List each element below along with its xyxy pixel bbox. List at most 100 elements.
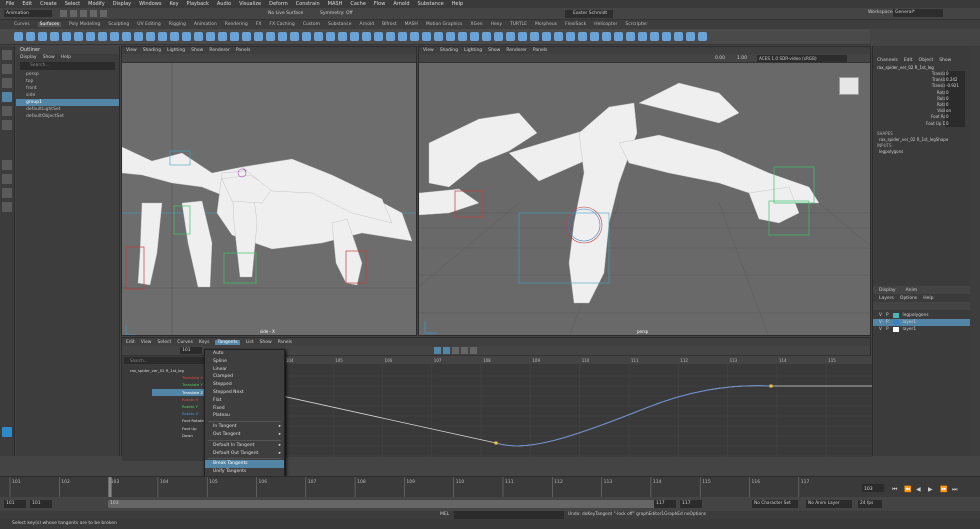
shelf-tool-icon[interactable] [74, 32, 83, 41]
shelf-tool-icon[interactable] [50, 32, 59, 41]
shelf-tab-turtle[interactable]: TURTLE [510, 22, 527, 27]
shelf-tool-icon[interactable] [26, 32, 35, 41]
shelf-tool-icon[interactable] [302, 32, 311, 41]
tangent-menu-clamped[interactable]: Clamped [205, 373, 284, 381]
layer-visibility-toggle[interactable]: V [879, 327, 882, 332]
search-icon[interactable] [2, 202, 12, 212]
shelf-tab-helicopter[interactable]: Helicopter [594, 22, 617, 27]
menu-constrain[interactable]: Constrain [296, 1, 320, 7]
graph-channel[interactable]: Foot Up Down [152, 425, 206, 438]
layer-menu-help[interactable]: Help [923, 296, 933, 301]
shelf-tab-fx-caching[interactable]: FX Caching [269, 22, 294, 27]
graph-channel[interactable]: Rotate Y [152, 403, 206, 410]
colorspace-dropdown[interactable]: ACES 1.0 SDR-video (sRGB) [757, 55, 847, 62]
outliner-item[interactable]: side [16, 92, 119, 99]
outliner-item[interactable]: top [16, 78, 119, 85]
graph-channel[interactable]: Translate Z [152, 388, 206, 396]
menu-mash[interactable]: MASH [328, 1, 343, 7]
menu-edit[interactable]: Edit [22, 1, 32, 7]
shelf-tool-icon[interactable] [110, 32, 119, 41]
shelf-tool-icon[interactable] [434, 32, 443, 41]
tangent-menu-auto[interactable]: Auto [205, 350, 284, 358]
playback-control-icon[interactable]: ⏩ [940, 485, 948, 493]
layer-row[interactable]: V Player1 [873, 319, 970, 326]
character-set-dropdown[interactable]: No Character Set [752, 500, 798, 508]
rotate-tool-icon[interactable] [2, 106, 12, 116]
shelf-tool-icon[interactable] [578, 32, 587, 41]
graph-channel[interactable]: Rotate X [152, 396, 206, 403]
layer-playback-toggle[interactable]: P [886, 320, 889, 325]
shelf-tab-fx[interactable]: FX [256, 22, 262, 27]
graph-menu-select[interactable]: Select [157, 340, 171, 345]
layer-row[interactable]: V Plegpolygons [873, 312, 970, 319]
shelf-tool-icon[interactable] [626, 32, 635, 41]
outliner-menu-display[interactable]: Display [20, 55, 37, 60]
shelf-tab-morpheus[interactable]: Morpheus [535, 22, 557, 27]
menu-help[interactable]: Help [452, 1, 463, 7]
graph-menu-list[interactable]: List [246, 340, 254, 345]
input-node[interactable]: legpolygons [873, 149, 970, 155]
menu-file[interactable]: File [6, 1, 14, 7]
tangent-menu-stepped[interactable]: Stepped [205, 381, 284, 389]
layer-visibility-toggle[interactable]: V [879, 320, 882, 325]
keyframe[interactable] [769, 384, 773, 388]
channel-attribute-value[interactable]: 0 [945, 120, 965, 127]
shelf-tab-xgen[interactable]: XGen [470, 22, 482, 27]
shelf-tool-icon[interactable] [638, 32, 647, 41]
symmetry-label[interactable]: Symmetry: Off [320, 11, 353, 16]
menu-arnold[interactable]: Arnold [393, 1, 409, 7]
anim-layer-dropdown[interactable]: No Anim Layer [806, 500, 852, 508]
keyframe[interactable] [494, 441, 498, 445]
menu-playback[interactable]: Playback [187, 1, 209, 7]
graph-editor-curve-area[interactable]: 1011021031041051061071081091101111121131… [206, 356, 872, 457]
viewport-menu-shading[interactable]: Shading [440, 48, 458, 53]
shelf-tool-icon[interactable] [62, 32, 71, 41]
shelf-tool-icon[interactable] [494, 32, 503, 41]
shelf-tool-icon[interactable] [362, 32, 371, 41]
shelf-tool-icon[interactable] [14, 32, 23, 41]
layer-menu-options[interactable]: Options [900, 296, 917, 301]
viewport-menu-panels[interactable]: Panels [533, 48, 547, 53]
graph-menu-keys[interactable]: Keys [199, 340, 210, 345]
end-frame-field[interactable]: 117 [680, 500, 702, 508]
shelf-tool-icon[interactable] [422, 32, 431, 41]
layer-playback-toggle[interactable]: P [886, 313, 889, 318]
menu-cache[interactable]: Cache [350, 1, 366, 7]
shelf-tool-icon[interactable] [290, 32, 299, 41]
tangent-menu-default-out-tangent[interactable]: Default Out Tangent ▸ [205, 450, 284, 458]
layer-tab-display[interactable]: Display [879, 288, 896, 293]
playback-control-icon[interactable]: ⏭ [952, 486, 958, 493]
shelf-tool-icon[interactable] [542, 32, 551, 41]
shelf-tab-uv-editing[interactable]: UV Editing [137, 22, 160, 27]
shelf-tab-flexisack[interactable]: FlexiSack [565, 22, 586, 27]
shelf-tool-icon[interactable] [650, 32, 659, 41]
shelf-tab-motion-graphics[interactable]: Motion Graphics [426, 22, 463, 27]
range-end-field[interactable]: 117 [654, 500, 676, 508]
shelf-tool-icon[interactable] [170, 32, 179, 41]
command-input[interactable] [454, 511, 564, 519]
shelf-tab-mash[interactable]: MASH [405, 22, 418, 27]
graph-channel[interactable]: Rotate Z [152, 410, 206, 417]
layer-tab-anim[interactable]: Anim [906, 288, 918, 293]
shelf-tool-icon[interactable] [554, 32, 563, 41]
tangent-menu-flat[interactable]: Flat [205, 397, 284, 405]
shelf-tool-icon[interactable] [482, 32, 491, 41]
shelf-tab-curves[interactable]: Curves [14, 22, 30, 27]
shelf-tool-icon[interactable] [590, 32, 599, 41]
graph-channel[interactable]: Translate Y [152, 381, 206, 388]
layer-name[interactable]: layer1 [903, 327, 917, 332]
shelf-tool-icon[interactable] [146, 32, 155, 41]
layer-color-swatch[interactable] [892, 320, 899, 325]
menu-key[interactable]: Key [169, 1, 178, 7]
outliner-menu-show[interactable]: Show [43, 55, 55, 60]
shelf-tool-icon[interactable] [698, 32, 707, 41]
outliner-item[interactable]: defaultObjectSet [16, 113, 119, 120]
shelf-tab-scrcripter[interactable]: Scrcripter [625, 22, 647, 27]
layer-row[interactable]: V Player1 [873, 326, 970, 333]
time-slider[interactable]: 101 102 103 104 105 106 107 108 109 110 111 112 113 1… [0, 476, 980, 498]
shelf-tool-icon[interactable] [338, 32, 347, 41]
shelf-tool-icon[interactable] [230, 32, 239, 41]
tangent-menu-stepped-next[interactable]: Stepped Next [205, 389, 284, 397]
shelf-tool-icon[interactable] [278, 32, 287, 41]
shelf-tool-icon[interactable] [194, 32, 203, 41]
